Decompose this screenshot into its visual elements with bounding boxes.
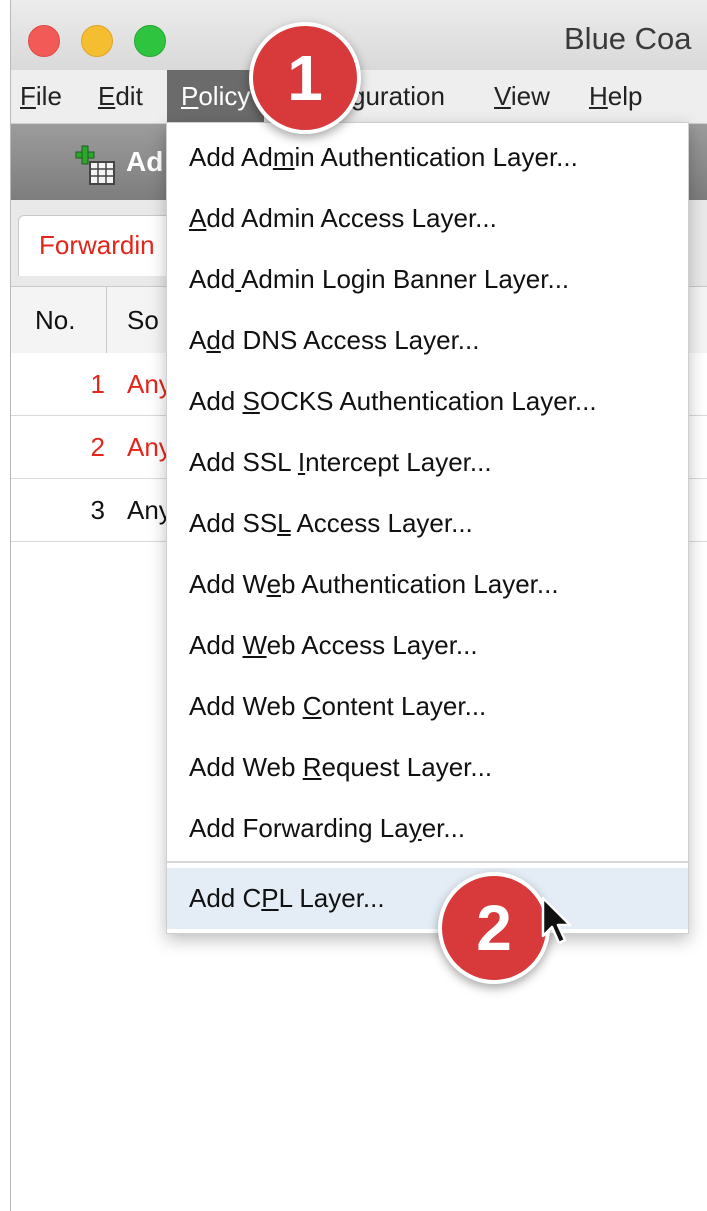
menu-file[interactable]: File: [20, 70, 62, 123]
title-bar: Blue Coa: [11, 0, 707, 70]
menu-policy-mnemonic: P: [181, 81, 199, 111]
menu-item-add-web-authentication-layer[interactable]: Add Web Authentication Layer...: [167, 554, 688, 615]
row-number: 1: [90, 369, 105, 399]
menu-item-mnemonic: m: [272, 142, 295, 172]
menu-item-text: Add: [189, 386, 243, 416]
menu-item-text: Add C: [189, 883, 262, 913]
menu-item-text: eb Access Layer...: [266, 630, 478, 660]
menu-item-mnemonic: P: [261, 883, 279, 913]
menu-item-text: Add Ad: [189, 142, 273, 172]
menu-item-text: in Authentication Layer...: [294, 142, 578, 172]
menu-policy-label: olicy: [198, 81, 251, 111]
menu-item-text: Admin Login Banner Layer...: [241, 264, 570, 294]
step-1-badge: 1: [249, 22, 361, 134]
row-number: 2: [90, 432, 105, 462]
menu-item-text: er...: [421, 813, 466, 843]
menu-item-text: equest Layer...: [321, 752, 493, 782]
menu-item-add-admin-login-banner-layer[interactable]: Add Admin Login Banner Layer...: [167, 249, 688, 310]
menu-item-text: A: [189, 325, 207, 355]
menu-separator: [167, 861, 688, 863]
menu-item-add-web-access-layer[interactable]: Add Web Access Layer...: [167, 615, 688, 676]
window-title: Blue Coa: [564, 21, 692, 56]
menu-configuration-label: guration: [351, 81, 445, 111]
close-window-button[interactable]: [28, 25, 60, 57]
maximize-window-button[interactable]: [134, 25, 166, 57]
menu-edit[interactable]: Edit: [98, 70, 143, 123]
menu-item-text: OCKS Authentication Layer...: [259, 386, 597, 416]
column-header-source[interactable]: So: [127, 287, 159, 353]
menu-item-text: Add: [189, 630, 243, 660]
menu-item-add-forwarding-layer[interactable]: Add Forwarding Layer...: [167, 798, 688, 859]
menu-item-text: ontent Layer...: [321, 691, 487, 721]
menu-item-text: Access Layer...: [290, 508, 473, 538]
menu-item-text: Add W: [189, 569, 267, 599]
menu-view-label: iew: [510, 81, 550, 111]
menu-item-mnemonic: W: [242, 630, 267, 660]
menu-item-add-web-content-layer[interactable]: Add Web Content Layer...: [167, 676, 688, 737]
menu-item-mnemonic: R: [302, 752, 322, 782]
mouse-pointer-icon: [541, 896, 572, 945]
menu-item-mnemonic: C: [302, 691, 322, 721]
menu-item-add-socks-authentication-layer[interactable]: Add SOCKS Authentication Layer...: [167, 371, 688, 432]
menu-item-text: L Layer...: [278, 883, 385, 913]
menu-item-text: Add Forwarding La: [189, 813, 409, 843]
screenshot-page: Blue Coa File Edit Policy guration View …: [0, 0, 707, 1211]
menu-help[interactable]: Help: [589, 70, 642, 123]
minimize-window-button[interactable]: [81, 25, 113, 57]
column-divider[interactable]: [106, 287, 107, 353]
menu-view[interactable]: View: [494, 70, 550, 123]
menu-view-mnemonic: V: [494, 81, 511, 111]
menu-item-text: Add: [189, 264, 236, 294]
menu-item-add-web-request-layer[interactable]: Add Web Request Layer...: [167, 737, 688, 798]
menu-item-text: ntercept Layer...: [305, 447, 492, 477]
menu-edit-mnemonic: E: [98, 81, 116, 111]
menu-edit-label: dit: [115, 81, 143, 111]
menu-item-add-admin-access-layer[interactable]: Add Admin Access Layer...: [167, 188, 688, 249]
menu-item-text: b Authentication Layer...: [281, 569, 559, 599]
menu-item-add-dns-access-layer[interactable]: Add DNS Access Layer...: [167, 310, 688, 371]
column-header-no[interactable]: No.: [35, 287, 75, 353]
menu-item-mnemonic: e: [266, 569, 282, 599]
menu-item-text: Add Web: [189, 752, 303, 782]
menu-item-mnemonic: y: [408, 813, 422, 843]
menu-item-mnemonic: L: [277, 508, 291, 538]
menu-item-mnemonic: d: [206, 325, 221, 355]
tab-forwarding-label: Forwardin: [39, 230, 155, 260]
menu-file-mnemonic: F: [20, 81, 36, 111]
row-number: 3: [90, 495, 105, 525]
menu-help-mnemonic: H: [589, 81, 608, 111]
policy-menu-dropdown: Add Admin Authentication Layer... Add Ad…: [166, 122, 689, 934]
menu-item-add-ssl-access-layer[interactable]: Add SSL Access Layer...: [167, 493, 688, 554]
menu-item-text: d DNS Access Layer...: [220, 325, 480, 355]
menu-item-text: Add SS: [189, 508, 278, 538]
menu-item-add-cpl-layer[interactable]: Add CPL Layer...: [167, 868, 688, 929]
menu-item-add-admin-authentication-layer[interactable]: Add Admin Authentication Layer...: [167, 127, 688, 188]
menu-item-add-ssl-intercept-layer[interactable]: Add SSL Intercept Layer...: [167, 432, 688, 493]
add-rule-label: Ad: [126, 146, 164, 177]
menu-configuration[interactable]: guration: [351, 70, 445, 123]
menu-item-mnemonic: S: [242, 386, 260, 416]
menu-help-label: elp: [607, 81, 643, 111]
add-rule-icon: [75, 145, 115, 185]
step-2-badge: 2: [438, 872, 550, 984]
menu-item-mnemonic: A: [189, 203, 207, 233]
menu-item-text: Add Web: [189, 691, 303, 721]
menu-file-label: ile: [35, 81, 62, 111]
menu-item-text: dd Admin Access Layer...: [206, 203, 497, 233]
menu-item-text: Add SSL: [189, 447, 298, 477]
